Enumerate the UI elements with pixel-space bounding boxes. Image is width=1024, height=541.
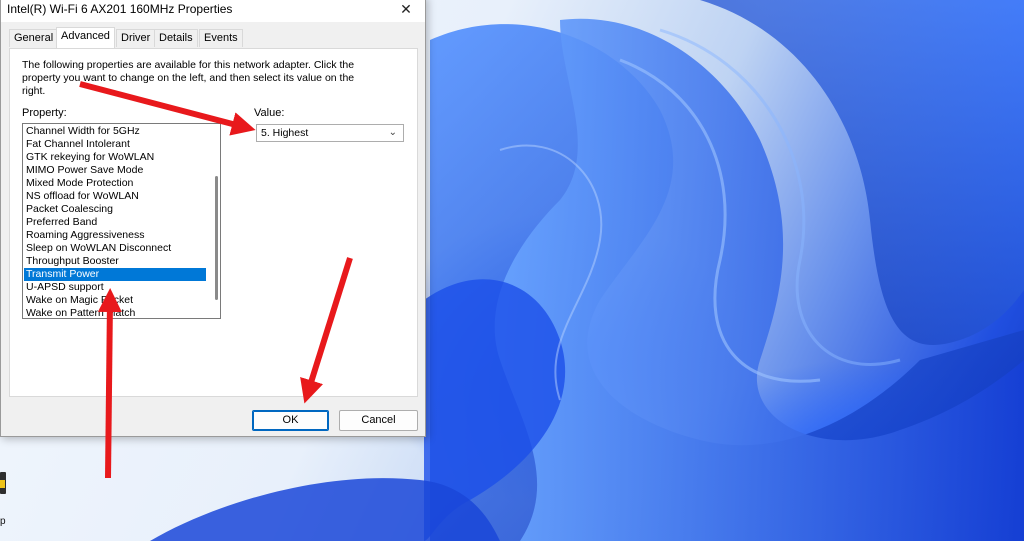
tab-driver[interactable]: Driver — [116, 29, 156, 47]
list-item-selected[interactable]: Transmit Power — [24, 268, 206, 281]
ok-button[interactable]: OK — [252, 410, 329, 431]
list-item[interactable]: Fat Channel Intolerant — [24, 138, 206, 151]
desktop-shortcut-label: p — [0, 516, 6, 527]
list-item[interactable]: MIMO Power Save Mode — [24, 164, 206, 177]
list-item[interactable]: Roaming Aggressiveness — [24, 229, 206, 242]
list-item[interactable]: Mixed Mode Protection — [24, 177, 206, 190]
tab-advanced[interactable]: Advanced — [56, 27, 115, 48]
tab-general[interactable]: General — [9, 29, 59, 47]
title-bar[interactable]: Intel(R) Wi-Fi 6 AX201 160MHz Properties… — [1, 0, 425, 22]
value-label: Value: — [254, 107, 285, 119]
window-title: Intel(R) Wi-Fi 6 AX201 160MHz Properties — [7, 2, 233, 16]
list-item[interactable]: Channel Width for 5GHz — [24, 125, 206, 138]
scrollbar-thumb[interactable] — [215, 176, 218, 300]
tab-events[interactable]: Events — [199, 29, 243, 47]
cancel-button[interactable]: Cancel — [339, 410, 418, 431]
list-item[interactable]: Wake on Magic Packet — [24, 294, 206, 307]
list-item[interactable]: Sleep on WoWLAN Disconnect — [24, 242, 206, 255]
close-button[interactable]: ✕ — [393, 0, 419, 20]
list-item[interactable]: Preferred Band — [24, 216, 206, 229]
desktop-shortcut-icon[interactable] — [0, 472, 6, 494]
list-item[interactable]: GTK rekeying for WoWLAN — [24, 151, 206, 164]
tab-strip: General Advanced Driver Details Events — [9, 27, 419, 48]
chevron-down-icon: ⌄ — [388, 127, 397, 138]
property-label: Property: — [22, 107, 67, 119]
list-item[interactable]: Throughput Booster — [24, 255, 206, 268]
list-item[interactable]: Wake on Pattern Match — [24, 307, 206, 318]
list-item[interactable]: NS offload for WoWLAN — [24, 190, 206, 203]
value-dropdown-selected: 5. Highest — [261, 127, 309, 139]
list-item[interactable]: U-APSD support — [24, 281, 206, 294]
panel-description: The following properties are available f… — [22, 59, 355, 97]
tab-details[interactable]: Details — [154, 29, 198, 47]
advanced-panel: The following properties are available f… — [9, 48, 418, 397]
list-item[interactable]: Packet Coalescing — [24, 203, 206, 216]
close-icon: ✕ — [400, 1, 412, 17]
property-listbox[interactable]: Channel Width for 5GHz Fat Channel Intol… — [22, 123, 221, 319]
value-dropdown[interactable]: 5. Highest ⌄ — [256, 124, 404, 142]
properties-dialog: Intel(R) Wi-Fi 6 AX201 160MHz Properties… — [0, 0, 426, 437]
